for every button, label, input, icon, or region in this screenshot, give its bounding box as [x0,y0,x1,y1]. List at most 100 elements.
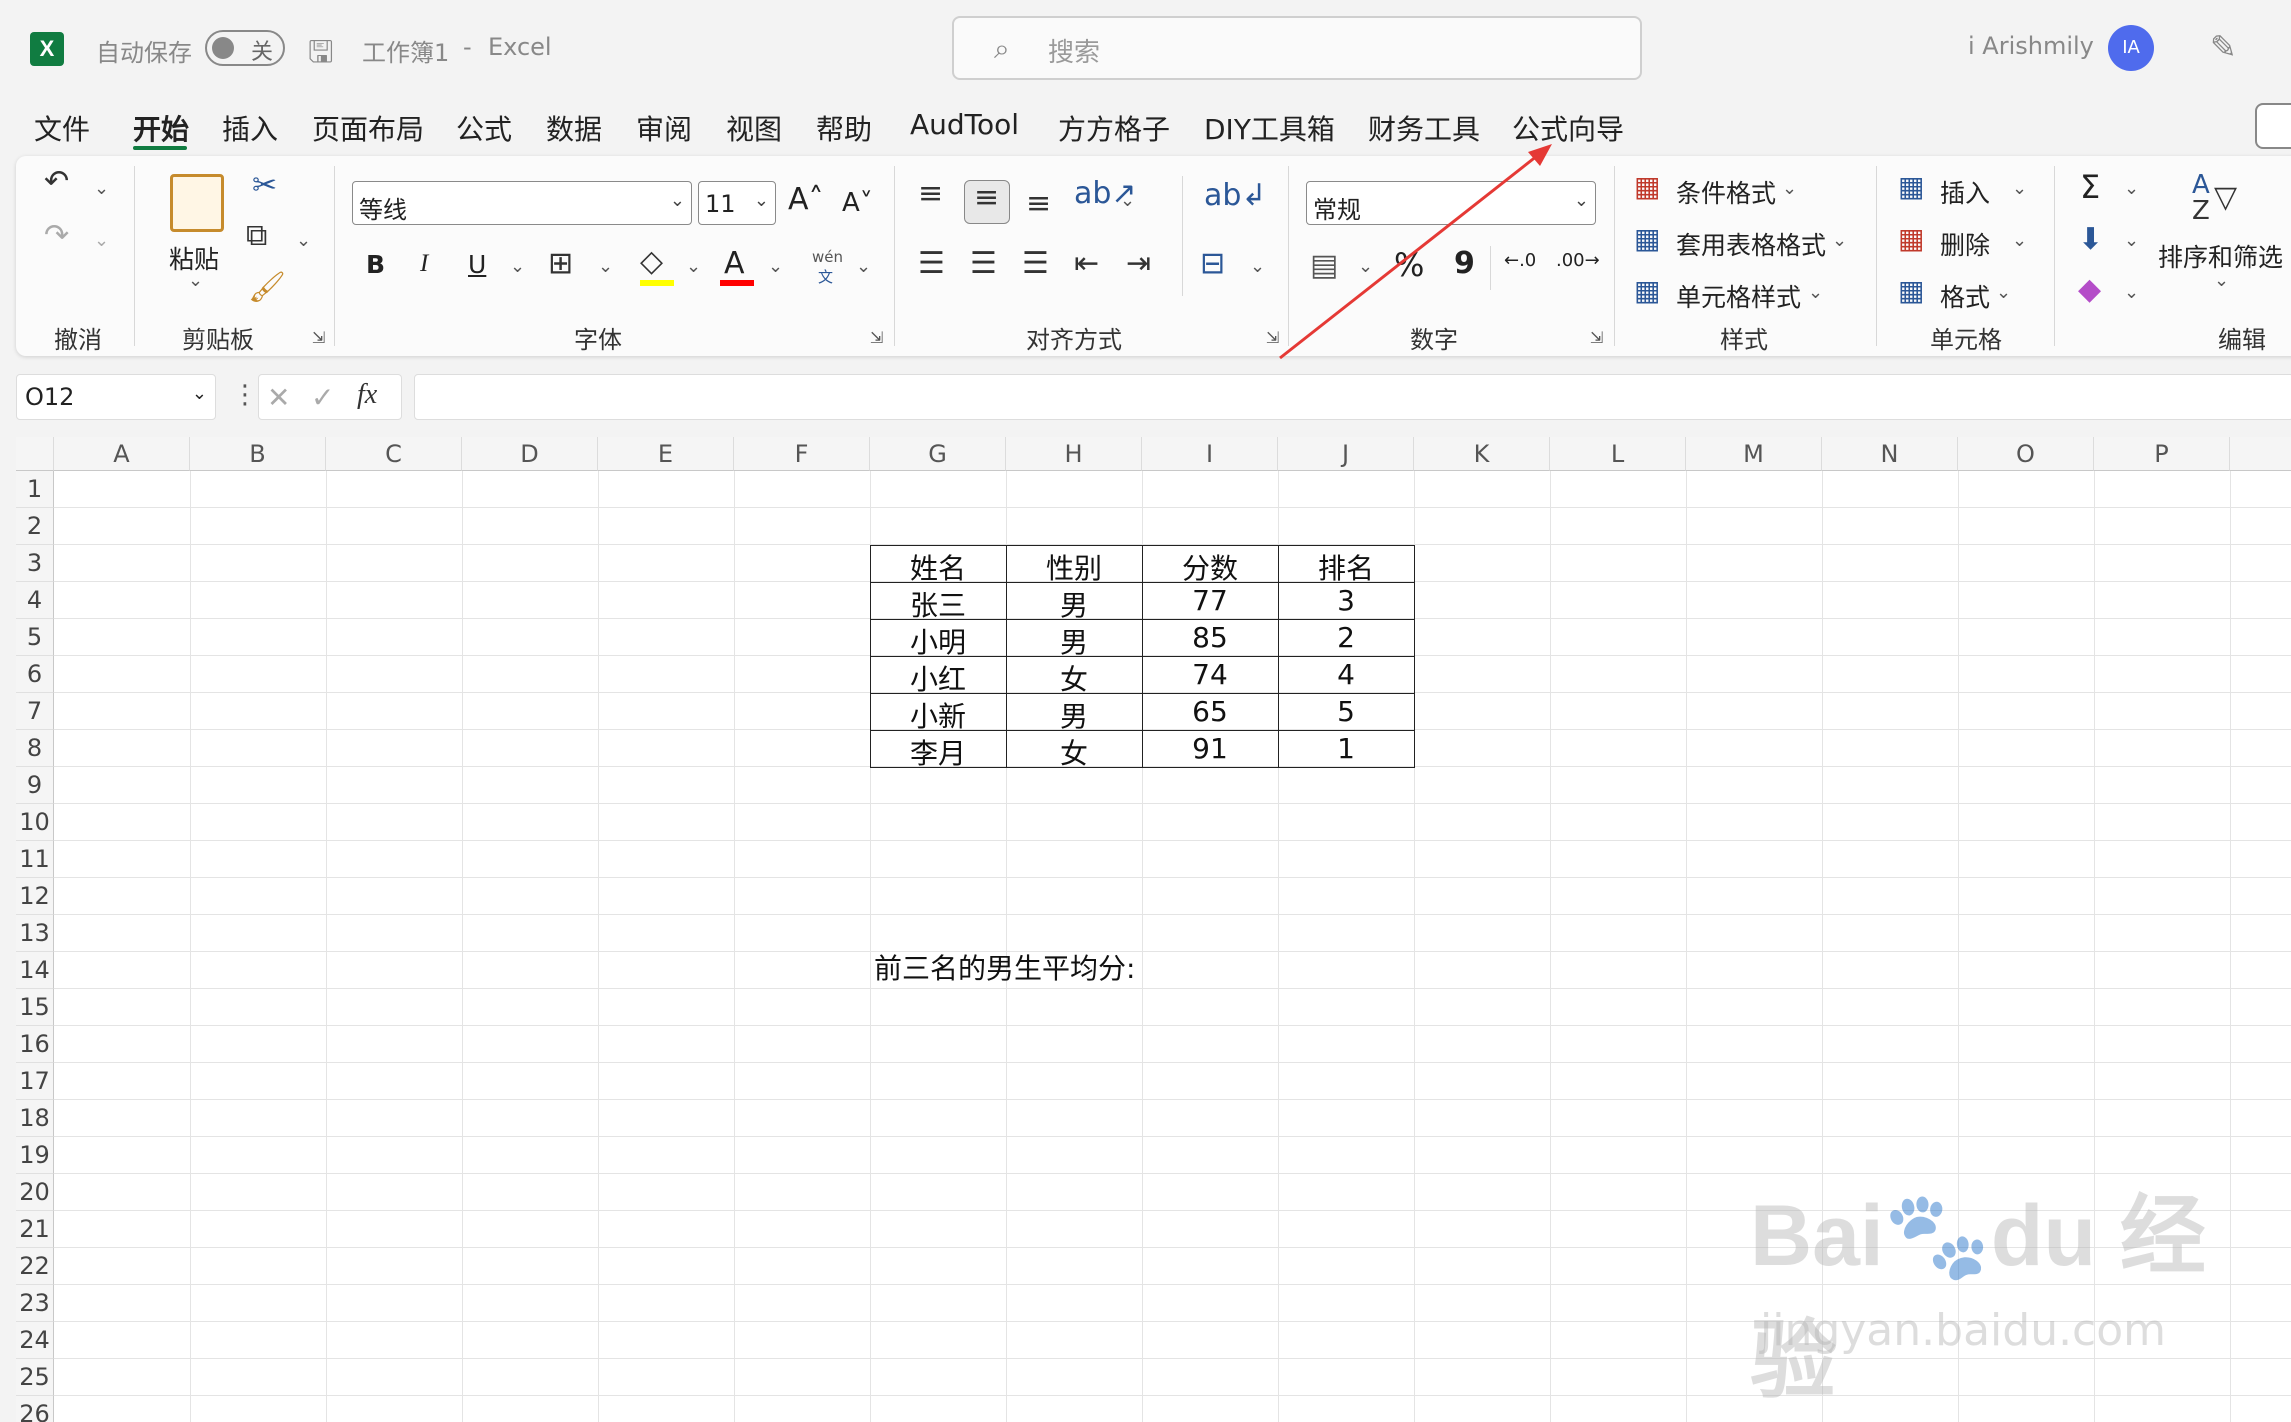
table-format-icon[interactable]: ▦ [1634,222,1660,255]
phonetic-top[interactable]: wén [812,248,843,266]
orientation-dropdown-icon[interactable]: ⌄ [1120,190,1135,211]
note-text[interactable]: 前三名的男生平均分: [874,947,1135,987]
clear-eraser-icon[interactable]: ◆ [2078,272,2101,307]
tab-fangfang[interactable]: 方方格子 [1058,108,1170,148]
row-header-22[interactable]: 22 [16,1248,54,1285]
conditional-format-button[interactable]: 条件格式 [1676,174,1776,210]
fill-down-icon[interactable]: ⬇ [2078,222,2103,257]
column-header-e[interactable]: E [598,437,734,471]
comments-button[interactable] [2255,103,2291,149]
table-cell[interactable]: 5 [1278,695,1414,732]
undo-icon[interactable]: ↶ [44,164,69,199]
phonetic-dropdown-icon[interactable]: ⌄ [856,256,871,277]
font-color-dropdown-icon[interactable]: ⌄ [768,256,783,277]
table-cell[interactable]: 小红 [870,658,1006,696]
format-cells-button[interactable]: 格式 [1940,278,1990,314]
save-icon[interactable]: 🖫 [308,30,334,81]
enter-icon[interactable]: ✓ [311,381,334,414]
font-launcher-icon[interactable]: ⇲ [870,328,883,347]
row-header-5[interactable]: 5 [16,619,54,656]
row-header-19[interactable]: 19 [16,1137,54,1174]
format-painter-icon[interactable]: 🖌 [248,270,286,305]
align-left-icon[interactable]: ☰ [918,246,945,281]
merge-dropdown-icon[interactable]: ⌄ [1250,256,1265,277]
font-color-icon[interactable]: A [724,246,745,281]
tab-page-layout[interactable]: 页面布局 [312,108,424,148]
tab-help[interactable]: 帮助 [816,108,872,148]
more-options-icon[interactable]: ⋮ [232,380,258,410]
format-cells-icon[interactable]: ▦ [1898,274,1924,307]
font-size-combo[interactable]: 11 ⌄ [698,181,776,225]
tab-file[interactable]: 文件 [34,108,90,148]
table-cell[interactable]: 男 [1006,695,1142,733]
table-cell[interactable]: 女 [1006,732,1142,770]
copy-icon[interactable]: ⧉ [246,218,267,253]
column-header-k[interactable]: K [1414,437,1550,471]
row-header-3[interactable]: 3 [16,545,54,582]
search-box[interactable]: ⌕ 搜索 [952,16,1642,80]
tab-formulas[interactable]: 公式 [456,108,512,148]
decrease-decimal-icon[interactable]: .00→ [1556,250,1600,271]
row-header-7[interactable]: 7 [16,693,54,730]
tab-insert[interactable]: 插入 [222,108,278,148]
row-header-25[interactable]: 25 [16,1359,54,1396]
table-cell[interactable]: 74 [1142,658,1278,695]
paste-dropdown-icon[interactable]: ⌄ [188,270,203,291]
cut-icon[interactable]: ✂ [252,168,277,203]
table-cell[interactable]: 91 [1142,732,1278,769]
conditional-format-dropdown-icon[interactable]: ⌄ [1782,178,1797,199]
font-name-combo[interactable]: 等线 ⌄ [352,181,692,225]
row-header-13[interactable]: 13 [16,915,54,952]
table-header-cell[interactable]: 姓名 [870,547,1006,585]
tab-audtool[interactable]: AudTool [910,108,1019,141]
sort-filter-dropdown-icon[interactable]: ⌄ [2214,270,2229,291]
table-cell[interactable]: 77 [1142,584,1278,621]
column-header-h[interactable]: H [1006,437,1142,471]
column-header-p[interactable]: P [2094,437,2230,471]
align-bottom-icon[interactable]: ≡ [1026,186,1051,221]
cell-styles-icon[interactable]: ▦ [1634,274,1660,307]
row-header-17[interactable]: 17 [16,1063,54,1100]
column-header-n[interactable]: N [1822,437,1958,471]
autosum-dropdown-icon[interactable]: ⌄ [2124,178,2139,199]
redo-dropdown-icon[interactable]: ⌄ [94,230,109,251]
formula-input[interactable] [414,374,2291,420]
column-header-j[interactable]: J [1278,437,1414,471]
insert-cells-icon[interactable]: ▦ [1898,170,1924,203]
table-cell[interactable]: 1 [1278,732,1414,769]
column-header-c[interactable]: C [326,437,462,471]
increase-font-icon[interactable]: A˄ [788,182,824,217]
increase-indent-icon[interactable]: ⇥ [1126,246,1151,281]
column-header-g[interactable]: G [870,437,1006,471]
tab-view[interactable]: 视图 [726,108,782,148]
column-header-i[interactable]: I [1142,437,1278,471]
table-header-cell[interactable]: 分数 [1142,547,1278,585]
merge-center-icon[interactable]: ⊟ [1200,246,1225,281]
column-header-f[interactable]: F [734,437,870,471]
bold-button[interactable]: B [366,250,385,279]
pen-icon[interactable]: ✎ [2210,28,2237,66]
row-header-11[interactable]: 11 [16,841,54,878]
decrease-indent-icon[interactable]: ⇤ [1074,246,1099,281]
row-header-20[interactable]: 20 [16,1174,54,1211]
table-cell[interactable]: 李月 [870,732,1006,770]
row-header-26[interactable]: 26 [16,1396,54,1422]
copy-dropdown-icon[interactable]: ⌄ [296,230,311,251]
undo-dropdown-icon[interactable]: ⌄ [94,178,109,199]
column-header-b[interactable]: B [190,437,326,471]
row-header-9[interactable]: 9 [16,767,54,804]
row-header-21[interactable]: 21 [16,1211,54,1248]
borders-icon[interactable]: ⊞ [548,246,573,281]
cancel-icon[interactable]: ✕ [267,381,290,414]
table-header-cell[interactable]: 排名 [1278,547,1414,585]
table-cell[interactable]: 85 [1142,621,1278,658]
delete-cells-button[interactable]: 删除 [1940,226,1990,262]
row-header-1[interactable]: 1 [16,471,54,508]
table-cell[interactable]: 2 [1278,621,1414,658]
insert-cells-dropdown-icon[interactable]: ⌄ [2012,178,2027,199]
column-header-o[interactable]: O [1958,437,2094,471]
redo-icon[interactable]: ↷ [44,218,69,253]
clipboard-launcher-icon[interactable]: ⇲ [312,328,325,347]
table-cell[interactable]: 小明 [870,621,1006,659]
clear-dropdown-icon[interactable]: ⌄ [2124,282,2139,303]
